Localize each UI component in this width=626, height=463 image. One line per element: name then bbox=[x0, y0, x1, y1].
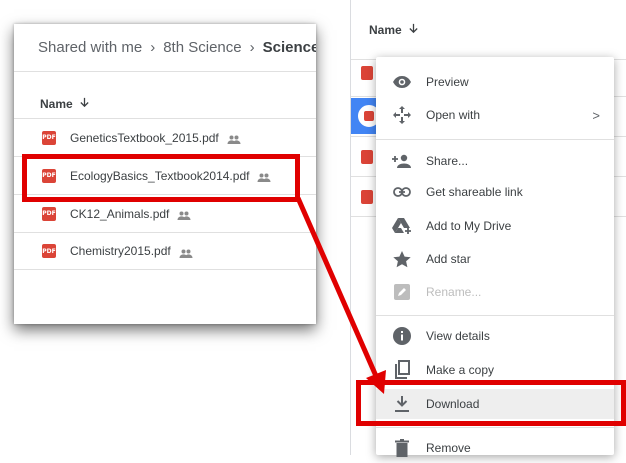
trash-icon bbox=[392, 438, 412, 458]
pdf-icon bbox=[361, 190, 373, 204]
menu-divider bbox=[376, 139, 614, 140]
menu-item-rename[interactable]: Rename... bbox=[376, 277, 614, 307]
name-column-header[interactable]: Name bbox=[351, 0, 626, 60]
menu-item-share[interactable]: Share... bbox=[376, 146, 614, 176]
copy-icon bbox=[392, 360, 412, 380]
breadcrumb: Shared with me › 8th Science › Science bbox=[14, 24, 316, 72]
shared-people-icon bbox=[179, 247, 193, 258]
menu-divider bbox=[376, 315, 614, 316]
breadcrumb-item-current[interactable]: Science bbox=[263, 39, 316, 56]
menu-item-add-to-drive[interactable]: Add to My Drive bbox=[376, 211, 614, 241]
move-icon bbox=[392, 105, 412, 125]
drive-add-icon bbox=[392, 216, 412, 236]
link-icon bbox=[392, 182, 412, 202]
menu-item-label: Rename... bbox=[426, 285, 482, 299]
menu-item-remove[interactable]: Remove bbox=[376, 433, 614, 463]
breadcrumb-item-shared[interactable]: Shared with me bbox=[38, 39, 142, 56]
file-name: CK12_Animals.pdf bbox=[70, 206, 170, 221]
menu-item-open-with[interactable]: Open with > bbox=[376, 100, 614, 130]
file-row-chemistry[interactable]: PDF Chemistry2015.pdf bbox=[14, 232, 316, 270]
shared-people-icon bbox=[227, 133, 241, 144]
shared-people-icon bbox=[177, 209, 191, 220]
menu-item-label: Open with bbox=[426, 108, 481, 122]
menu-item-label: Make a copy bbox=[426, 363, 495, 377]
breadcrumb-item-8th-science[interactable]: 8th Science bbox=[163, 39, 241, 56]
add-person-icon bbox=[392, 151, 412, 171]
arrow-down-icon bbox=[408, 23, 419, 37]
file-row-genetics[interactable]: PDF GeneticsTextbook_2015.pdf bbox=[14, 118, 316, 156]
pdf-icon: PDF bbox=[42, 206, 56, 221]
menu-item-label: Preview bbox=[426, 75, 469, 89]
highlight-box-ecology-file bbox=[22, 154, 300, 202]
chevron-right-icon: › bbox=[249, 39, 255, 56]
menu-item-get-link[interactable]: Get shareable link bbox=[376, 177, 614, 207]
file-name: Chemistry2015.pdf bbox=[70, 244, 171, 258]
name-column-label: Name bbox=[369, 22, 402, 37]
menu-divider bbox=[376, 427, 614, 428]
name-column-label: Name bbox=[40, 97, 73, 111]
pdf-icon bbox=[361, 150, 373, 164]
menu-item-label: Add star bbox=[426, 252, 471, 266]
file-name: GeneticsTextbook_2015.pdf bbox=[70, 130, 219, 145]
arrow-down-icon bbox=[79, 97, 90, 111]
star-icon bbox=[392, 249, 412, 269]
pdf-icon: PDF bbox=[42, 244, 56, 258]
pencil-icon bbox=[392, 282, 412, 302]
name-column-header[interactable]: Name bbox=[14, 94, 316, 114]
pdf-icon bbox=[361, 66, 373, 80]
info-icon bbox=[392, 326, 412, 346]
menu-item-view-details[interactable]: View details bbox=[376, 321, 614, 351]
highlight-box-download bbox=[356, 380, 626, 426]
chevron-right-icon: > bbox=[592, 107, 600, 123]
menu-item-label: Remove bbox=[426, 441, 471, 455]
menu-item-label: Share... bbox=[426, 154, 469, 168]
menu-item-label: Get shareable link bbox=[426, 185, 523, 199]
eye-icon bbox=[392, 72, 412, 92]
chevron-right-icon: › bbox=[150, 39, 156, 56]
menu-item-label: Add to My Drive bbox=[426, 219, 512, 233]
pdf-icon: PDF bbox=[42, 130, 56, 145]
menu-item-add-star[interactable]: Add star bbox=[376, 244, 614, 274]
menu-item-preview[interactable]: Preview bbox=[376, 67, 614, 97]
menu-item-label: View details bbox=[426, 329, 490, 343]
